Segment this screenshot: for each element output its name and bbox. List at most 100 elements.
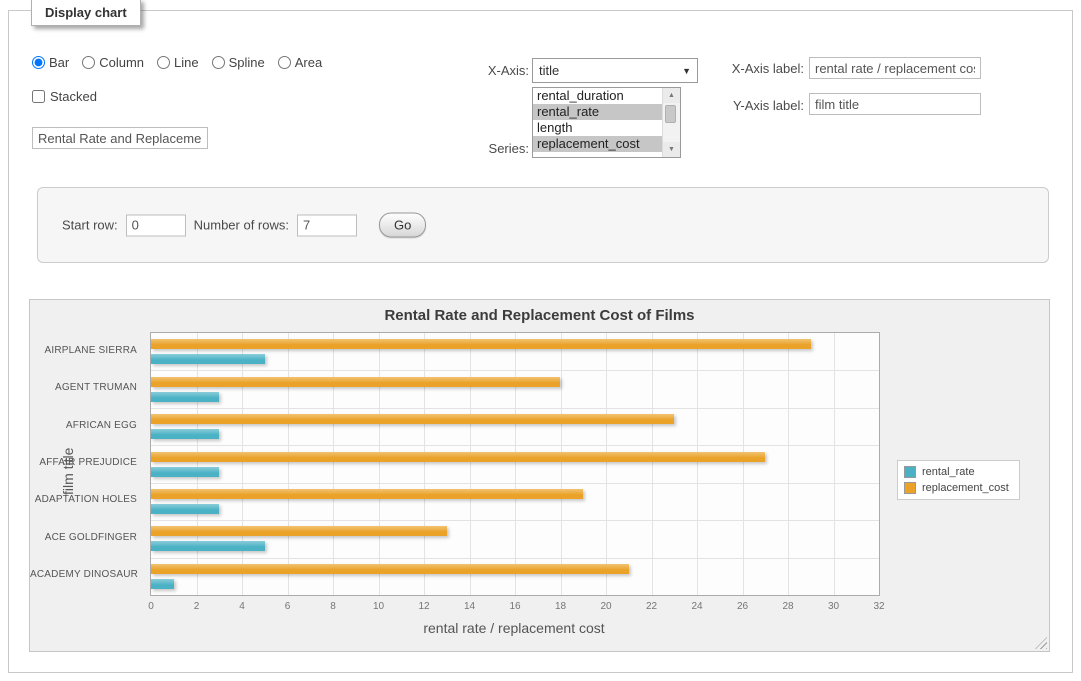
bar-rental_rate [151, 467, 219, 477]
chart-type-option-spline[interactable]: Spline [212, 55, 265, 70]
gridline [834, 333, 835, 595]
chart-title-input[interactable] [32, 127, 208, 149]
chart-type-label: Line [174, 55, 199, 70]
scrollbar-thumb[interactable] [665, 105, 676, 123]
legend-label: rental_rate [922, 466, 975, 478]
series-option-replacement_cost[interactable]: replacement_cost [533, 136, 662, 152]
rows-panel: Start row: Number of rows: Go [37, 187, 1049, 263]
stacked-label: Stacked [50, 89, 97, 104]
chevron-down-icon: ▼ [682, 66, 691, 76]
category-label: ACE GOLDFINGER [30, 532, 137, 543]
chart-title: Rental Rate and Replacement Cost of Film… [30, 307, 1049, 324]
chart-type-option-line[interactable]: Line [157, 55, 199, 70]
bar-rental_rate [151, 354, 265, 364]
bar-replacement_cost [151, 339, 811, 349]
chart-type-option-bar[interactable]: Bar [32, 55, 69, 70]
chart-type-label: Column [99, 55, 144, 70]
gridline [333, 333, 334, 595]
legend-swatch [904, 466, 916, 478]
gridline [151, 520, 879, 521]
series-label: Series: [451, 141, 529, 156]
stacked-checkbox-row[interactable]: Stacked [32, 89, 97, 104]
x-tick-label: 20 [600, 601, 611, 612]
chart-type-radio-line[interactable] [157, 56, 170, 69]
bar-rental_rate [151, 541, 265, 551]
start-row-input[interactable] [126, 214, 186, 236]
gridline [697, 333, 698, 595]
gridline [151, 445, 879, 446]
category-label: AGENT TRUMAN [30, 382, 137, 393]
bar-replacement_cost [151, 526, 447, 536]
x-tick-label: 6 [285, 601, 291, 612]
gridline [652, 333, 653, 595]
bar-rental_rate [151, 392, 219, 402]
series-option-length[interactable]: length [533, 120, 662, 136]
chart-type-label: Area [295, 55, 322, 70]
x-axis-select-value: title [539, 63, 559, 78]
bar-replacement_cost [151, 414, 674, 424]
num-rows-input[interactable] [297, 214, 357, 236]
num-rows-label: Number of rows: [194, 218, 289, 233]
legend-item: rental_rate [902, 464, 1011, 480]
chart-type-radio-column[interactable] [82, 56, 95, 69]
gridline [470, 333, 471, 595]
scrollbar[interactable]: ▲ ▼ [662, 88, 680, 157]
gridline [606, 333, 607, 595]
chart-type-option-area[interactable]: Area [278, 55, 322, 70]
category-label: AIRPLANE SIERRA [30, 345, 137, 356]
category-label: AFFAIR PREJUDICE [30, 457, 137, 468]
gridline [743, 333, 744, 595]
category-label: AFRICAN EGG [30, 420, 137, 431]
resize-handle-icon[interactable] [1035, 637, 1047, 649]
x-tick-label: 2 [194, 601, 200, 612]
y-axis-label-field-label: Y-Axis label: [716, 98, 804, 113]
gridline [242, 333, 243, 595]
bar-rental_rate [151, 579, 174, 589]
legend-label: replacement_cost [922, 482, 1009, 494]
chart-x-axis-label: rental rate / replacement cost [150, 620, 878, 636]
gridline [197, 333, 198, 595]
x-tick-label: 16 [509, 601, 520, 612]
scrollbar-track[interactable] [663, 103, 680, 142]
scroll-down-icon[interactable]: ▼ [663, 142, 680, 157]
chart-type-radio-bar[interactable] [32, 56, 45, 69]
x-tick-label: 10 [373, 601, 384, 612]
chart-type-option-column[interactable]: Column [82, 55, 144, 70]
gridline [151, 558, 879, 559]
x-tick-label: 12 [418, 601, 429, 612]
gridline [151, 408, 879, 409]
series-listbox[interactable]: rental_durationrental_ratelengthreplacem… [532, 87, 681, 158]
chart-type-radio-spline[interactable] [212, 56, 225, 69]
x-tick-label: 28 [782, 601, 793, 612]
series-option-rental_rate[interactable]: rental_rate [533, 104, 662, 120]
x-axis-label-input[interactable] [809, 57, 981, 79]
panel-title: Display chart [31, 0, 141, 26]
stacked-checkbox[interactable] [32, 90, 45, 103]
bar-rental_rate [151, 504, 219, 514]
chart-type-label: Spline [229, 55, 265, 70]
chart-container: Rental Rate and Replacement Cost of Film… [29, 299, 1050, 652]
x-tick-label: 18 [555, 601, 566, 612]
y-axis-label-input[interactable] [809, 93, 981, 115]
legend-item: replacement_cost [902, 480, 1011, 496]
page: Display chart Bar Column Line Spline Area St… [0, 0, 1081, 681]
legend-swatch [904, 482, 916, 494]
rows-controls: Start row: Number of rows: Go [62, 213, 426, 238]
category-label: ADAPTATION HOLES [30, 494, 137, 505]
x-tick-label: 4 [239, 601, 245, 612]
chart-type-radio-group: Bar Column Line Spline Area [32, 55, 322, 70]
scroll-up-icon[interactable]: ▲ [663, 88, 680, 103]
go-button[interactable]: Go [379, 213, 426, 238]
x-tick-label: 8 [330, 601, 336, 612]
x-tick-label: 0 [148, 601, 154, 612]
series-option-rental_duration[interactable]: rental_duration [533, 88, 662, 104]
bar-replacement_cost [151, 452, 765, 462]
chart-type-radio-area[interactable] [278, 56, 291, 69]
category-axis: AIRPLANE SIERRA AGENT TRUMAN AFRICAN EGG AF… [30, 332, 144, 594]
gridline [424, 333, 425, 595]
x-axis-label-field-label: X-Axis label: [716, 61, 804, 76]
x-tick-label: 26 [737, 601, 748, 612]
bar-replacement_cost [151, 564, 629, 574]
gridline [788, 333, 789, 595]
x-axis-select[interactable]: title ▼ [532, 58, 698, 83]
